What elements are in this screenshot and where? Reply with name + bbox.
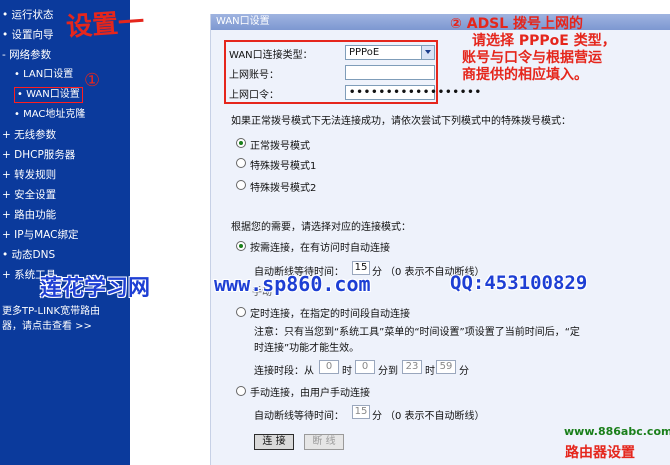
sidebar-item-forwarding[interactable]: + 转发规则 <box>2 168 56 182</box>
from-minute-unit: 分到 <box>378 366 398 377</box>
sidebar-item-ddns[interactable]: • 动态DNS <box>2 248 55 262</box>
step2-line1: ② ADSL 拨号上网的 <box>450 16 584 32</box>
chevron-down-icon <box>421 46 434 59</box>
timed-note-line1: 注意：只有当您到“系统工具”菜单的“时间设置”项设置了当前时间后，“定 <box>254 327 580 338</box>
manual-connect-radio[interactable] <box>236 386 246 396</box>
password-input[interactable]: •••••••••••••••••• <box>345 85 481 100</box>
dial-mode-special2-label: 特殊拨号模式2 <box>250 183 317 194</box>
from-minute-input[interactable]: 0 <box>355 360 375 374</box>
timed-connect-radio[interactable] <box>236 307 246 317</box>
to-minute-unit: 分 <box>459 366 469 377</box>
from-hour-unit: 时 <box>342 366 352 377</box>
step1-title-annotation: 设置一 <box>65 7 146 43</box>
dial-mode-normal-radio[interactable] <box>236 138 246 148</box>
step2-annotation: ② ADSL 拨号上网的 请选择 PPPoE 类型， 账号与口令与根据营运 商提… <box>450 16 616 84</box>
sidebar-item-status[interactable]: • 运行状态 <box>2 8 54 22</box>
sidebar-item-ip-mac-binding[interactable]: + IP与MAC绑定 <box>2 228 78 242</box>
sidebar-item-mac-clone[interactable]: • MAC地址克隆 <box>14 108 85 122</box>
idle2-time-label: 自动断线等待时间： <box>254 411 344 422</box>
sidebar-item-dhcp[interactable]: + DHCP服务器 <box>2 148 75 162</box>
on-demand-label: 按需连接，在有访问时自动连接 <box>250 243 390 254</box>
step2-line3: 账号与口令与根据营运 <box>462 50 602 66</box>
disconnect-button[interactable]: 断 线 <box>304 434 344 450</box>
to-hour-input[interactable]: 23 <box>402 360 422 374</box>
watermark-url: www.sp860.com <box>214 272 371 296</box>
sidebar-item-routing[interactable]: + 路由功能 <box>2 208 56 222</box>
from-hour-input[interactable]: 0 <box>319 360 339 374</box>
password-value: •••••••••••••••••• <box>349 87 483 98</box>
sidebar-item-security[interactable]: + 安全设置 <box>2 188 56 202</box>
special-dial-hint: 如果正常拨号模式下无法连接成功，请依次尝试下列模式中的特殊拨号模式： <box>231 116 571 127</box>
timed-connect-label: 定时连接，在指定的时间段自动连接 <box>250 309 410 320</box>
step2-line2: 请选择 PPPoE 类型， <box>472 33 616 49</box>
wan-type-value: PPPoE <box>349 47 380 58</box>
connect-button[interactable]: 连 接 <box>254 434 294 450</box>
idle2-time-unit: 分 <box>372 411 382 422</box>
footer-title: 路由器设置 <box>565 445 635 461</box>
on-demand-radio[interactable] <box>236 241 246 251</box>
sidebar-item-network[interactable]: - 网络参数 <box>2 48 51 62</box>
period-label: 连接时段：从 <box>254 366 314 377</box>
to-minute-input[interactable]: 59 <box>436 360 456 374</box>
sidebar-item-setup-wizard[interactable]: • 设置向导 <box>2 28 54 42</box>
footer-url: www.886abc.com <box>564 425 670 438</box>
manual-connect-label: 手动连接，由用户手动连接 <box>250 388 370 399</box>
wan-type-label: WAN口连接类型： <box>229 50 313 61</box>
circle-one-annotation: ① <box>84 70 101 91</box>
sidebar-item-wireless[interactable]: + 无线参数 <box>2 128 56 142</box>
watermark-qq: QQ:453100829 <box>450 272 588 294</box>
dial-mode-special1-radio[interactable] <box>236 158 246 168</box>
sidebar-menu: • 运行状态 • 设置向导 - 网络参数 • LAN口设置 • WAN口设置 •… <box>0 0 130 465</box>
to-hour-unit: 时 <box>425 366 435 377</box>
dial-mode-special2-radio[interactable] <box>236 180 246 190</box>
sidebar-more-link[interactable]: 更多TP-LINK宽带路由 器，请点击查看 >> <box>2 304 128 334</box>
dial-mode-normal-label: 正常拨号模式 <box>250 141 310 152</box>
account-label: 上网账号： <box>229 70 279 81</box>
idle-time-unit: 分 <box>372 267 382 278</box>
sidebar-note-line1: 更多TP-LINK宽带路由 <box>2 306 101 317</box>
sidebar-item-lan[interactable]: • LAN口设置 <box>14 68 73 82</box>
idle2-time-input[interactable]: 15 <box>352 405 370 419</box>
connection-mode-hint: 根据您的需要，请选择对应的连接模式： <box>231 222 411 233</box>
sidebar-note-line2: 器，请点击查看 >> <box>2 321 92 332</box>
watermark-site-name: 莲花学习网 <box>40 276 151 301</box>
account-input[interactable] <box>345 65 435 80</box>
sidebar-item-wan[interactable]: • WAN口设置 <box>14 87 83 103</box>
idle2-time-note: （0 表示不自动断线） <box>385 411 485 422</box>
password-label: 上网口令： <box>229 90 279 101</box>
step2-line4: 商提供的相应填入。 <box>462 67 588 83</box>
wan-type-select[interactable]: PPPoE <box>345 45 435 60</box>
timed-note-line2: 时连接”功能才能生效。 <box>254 343 360 354</box>
dial-mode-special1-label: 特殊拨号模式1 <box>250 161 317 172</box>
